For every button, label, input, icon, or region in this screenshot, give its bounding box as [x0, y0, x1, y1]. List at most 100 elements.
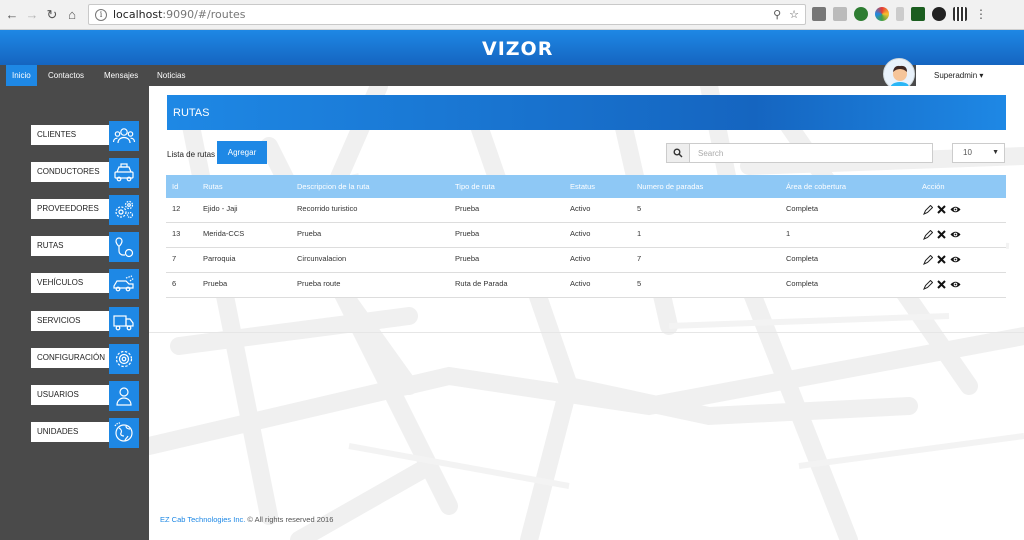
extension-rt-icon[interactable] [911, 7, 925, 21]
add-route-button[interactable]: Agregar [217, 141, 267, 164]
extension-color-wheel-icon[interactable] [875, 7, 889, 21]
routes-table: Id Rutas Descripcion de la ruta Tipo de … [166, 175, 1006, 298]
cell-type: Ruta de Parada [455, 279, 508, 288]
cell-description: Prueba [297, 229, 322, 238]
cell-description: Recorrido turistico [297, 204, 358, 213]
extension-dark-icon[interactable] [932, 7, 946, 21]
search-input[interactable] [692, 144, 932, 162]
sidebar-item-proveedores[interactable]: PROVEEDORES [31, 195, 141, 225]
cell-id: 6 [172, 279, 177, 288]
view-eye-icon[interactable] [950, 254, 961, 265]
extension-feather-icon[interactable] [896, 7, 904, 21]
cell-route: Prueba [203, 279, 228, 288]
view-eye-icon[interactable] [950, 229, 961, 240]
search-box [666, 143, 933, 163]
truck-icon [109, 307, 139, 337]
cell-stops: 7 [637, 254, 642, 263]
column-header-paradas[interactable]: Numero de paradas [637, 175, 703, 198]
delete-x-icon[interactable] [936, 254, 947, 265]
sidebar-item-label: CLIENTES [31, 125, 109, 145]
row-actions [922, 279, 961, 290]
sidebar-item-label: CONFIGURACIÓN [31, 348, 109, 368]
zoom-icon[interactable]: ⚲ [773, 8, 781, 21]
sidebar-item-vehiculos[interactable]: VEHÍCULOS [31, 269, 141, 299]
table-row: 6 Prueba Prueba route Ruta de Parada Act… [166, 273, 1006, 298]
bookmark-star-icon[interactable]: ☆ [789, 8, 799, 21]
delete-x-icon[interactable] [936, 204, 947, 215]
address-url: localhost:9090/#/routes [113, 8, 246, 21]
column-header-cobertura[interactable]: Área de cobertura [786, 175, 846, 198]
edit-pencil-icon[interactable] [922, 204, 933, 215]
column-header-estatus[interactable]: Estatus [570, 175, 595, 198]
view-eye-icon[interactable] [950, 279, 961, 290]
sidebar-item-unidades[interactable]: UNIDADES [31, 418, 141, 448]
browser-menu-icon[interactable]: ⋮ [974, 7, 988, 21]
page-size-select[interactable]: 10 ▼ [952, 143, 1005, 163]
page-title: RUTAS [167, 95, 1006, 130]
column-header-id[interactable]: Id [172, 175, 178, 198]
taxi-icon [109, 158, 139, 188]
cell-status: Activo [570, 254, 591, 263]
edit-pencil-icon[interactable] [922, 229, 933, 240]
sidebar-item-usuarios[interactable]: USUARIOS [31, 381, 141, 411]
cell-type: Prueba [455, 204, 480, 213]
edit-pencil-icon[interactable] [922, 279, 933, 290]
extensions-tray: ⋮ [812, 7, 988, 21]
cell-stops: 5 [637, 204, 642, 213]
sidebar-item-configuracion[interactable]: CONFIGURACIÓN [31, 344, 141, 374]
cell-route: Parroquia [203, 254, 236, 263]
extension-shield-icon[interactable] [812, 7, 826, 21]
cell-description: Circunvalacion [297, 254, 347, 263]
sidebar-item-label: UNIDADES [31, 422, 109, 442]
extension-image-icon[interactable] [833, 7, 847, 21]
edit-pencil-icon[interactable] [922, 254, 933, 265]
delete-x-icon[interactable] [936, 279, 947, 290]
column-header-descripcion[interactable]: Descripcion de la ruta [297, 175, 370, 198]
row-actions [922, 204, 961, 215]
user-icon [109, 381, 139, 411]
sidebar-item-conductores[interactable]: CONDUCTORES [31, 158, 141, 188]
cell-status: Activo [570, 204, 591, 213]
divider [149, 332, 1024, 333]
users-icon [109, 121, 139, 151]
sidebar-item-label: CONDUCTORES [31, 162, 109, 182]
site-info-icon[interactable]: i [95, 8, 107, 21]
cell-status: Activo [570, 279, 591, 288]
back-icon[interactable]: ← [4, 7, 20, 23]
caret-down-icon: ▾ [979, 71, 984, 80]
cell-type: Prueba [455, 229, 480, 238]
sidebar-item-servicios[interactable]: SERVICIOS [31, 307, 141, 337]
sidebar-item-label: PROVEEDORES [31, 199, 109, 219]
route-pin-icon [109, 232, 139, 262]
user-dropdown[interactable]: Superadmin ▾ [916, 65, 1024, 86]
sidebar-item-label: SERVICIOS [31, 311, 109, 331]
menu-noticias[interactable]: Noticias [151, 65, 191, 86]
table-row: 13 Merida-CCS Prueba Prueba Activo 1 1 [166, 223, 1006, 248]
sidebar-item-clientes[interactable]: CLIENTES [31, 121, 141, 151]
view-eye-icon[interactable] [950, 204, 961, 215]
cell-id: 13 [172, 229, 181, 238]
settings-icon [109, 344, 139, 374]
menu-inicio[interactable]: Inicio [6, 65, 37, 86]
menu-mensajes[interactable]: Mensajes [98, 65, 144, 86]
sidebar-item-label: VEHÍCULOS [31, 273, 109, 293]
column-header-tipo[interactable]: Tipo de ruta [455, 175, 495, 198]
cell-type: Prueba [455, 254, 480, 263]
extension-film-icon[interactable] [953, 7, 967, 21]
footer-company-link[interactable]: EZ Cab Technologies Inc. [160, 515, 245, 524]
address-bar[interactable]: i localhost:9090/#/routes ⚲ ☆ [88, 4, 806, 25]
reload-icon[interactable]: ↻ [44, 7, 60, 23]
main-content: RUTAS Lista de rutas Agregar 10 ▼ Id Rut… [149, 86, 1024, 540]
home-icon[interactable]: ⌂ [64, 7, 80, 23]
sidebar-item-rutas[interactable]: RUTAS [31, 232, 141, 262]
menu-contactos[interactable]: Contactos [42, 65, 90, 86]
globe-icon [109, 418, 139, 448]
search-icon [667, 144, 690, 162]
forward-icon[interactable]: → [24, 7, 40, 23]
footer-rights: © All rights reserved 2016 [245, 515, 334, 524]
extension-green-icon[interactable] [854, 7, 868, 21]
cell-route: Merida-CCS [203, 229, 245, 238]
table-row: 7 Parroquia Circunvalacion Prueba Activo… [166, 248, 1006, 273]
column-header-rutas[interactable]: Rutas [203, 175, 223, 198]
delete-x-icon[interactable] [936, 229, 947, 240]
